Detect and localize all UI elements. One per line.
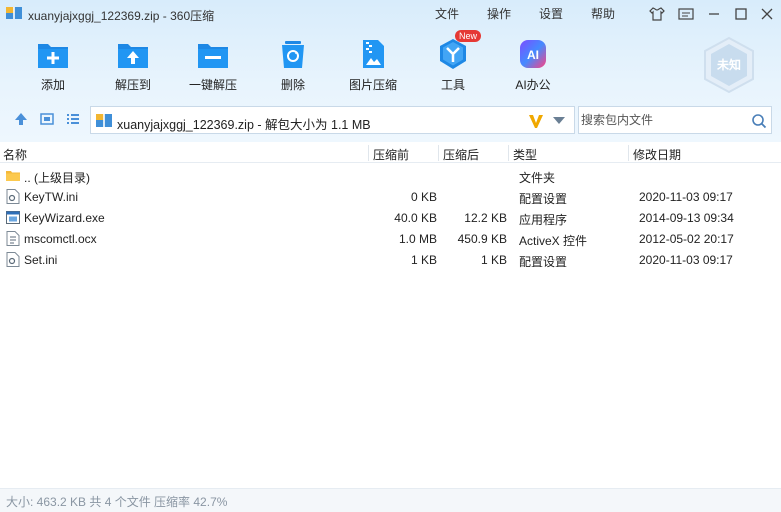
menu-file[interactable]: 文件 xyxy=(435,5,459,22)
file-name: Set.ini xyxy=(24,253,58,267)
ini-file-icon xyxy=(6,189,20,204)
file-size-before: 40.0 KB xyxy=(394,211,437,225)
menu-operate[interactable]: 操作 xyxy=(487,5,511,22)
path-dropdown-icon[interactable] xyxy=(553,117,565,124)
feedback-icon[interactable] xyxy=(676,4,696,24)
file-size-before: 1.0 MB xyxy=(398,232,437,246)
image-compress-icon xyxy=(363,40,384,68)
file-type: 应用程序 xyxy=(519,213,568,227)
file-modified: 2014-09-13 09:34 xyxy=(639,211,734,225)
tools-button[interactable]: 工具 xyxy=(413,34,493,94)
folder-icon xyxy=(6,171,20,181)
v-logo-icon[interactable] xyxy=(527,112,545,130)
navigation-bar: xuanyjajxggj_122369.zip - 解包大小为 1.1 MB xyxy=(0,104,781,134)
column-name[interactable]: 名称 xyxy=(3,146,27,163)
image-compress-label: 图片压缩 xyxy=(348,78,397,92)
file-row-mscomctl[interactable]: mscomctl.ocx 1.0 MB 450.9 KB ActiveX 控件 … xyxy=(0,228,781,249)
zip-archive-icon xyxy=(96,114,112,127)
user-level-hex-icon[interactable]: 未知 xyxy=(700,36,758,94)
file-modified: 2020-11-03 09:17 xyxy=(639,190,733,204)
delete-label: 删除 xyxy=(280,78,305,92)
file-size-before: 1 KB xyxy=(410,253,437,267)
column-divider[interactable] xyxy=(628,145,629,161)
file-name: KeyTW.ini xyxy=(24,190,79,204)
column-type[interactable]: 类型 xyxy=(513,146,537,163)
one-click-extract-button[interactable]: 一键解压 xyxy=(173,34,253,94)
file-modified: 2020-11-03 09:17 xyxy=(639,253,733,267)
status-bar: 大小: 463.2 KB 共 4 个文件 压缩率 42.7% xyxy=(0,488,781,512)
add-label: 添加 xyxy=(40,78,65,92)
up-arrow-icon[interactable] xyxy=(13,111,29,127)
file-name: .. (上级目录) xyxy=(24,171,90,185)
extract-to-button[interactable]: 解压到 xyxy=(93,34,173,94)
tools-label: 工具 xyxy=(440,78,465,92)
file-row-set[interactable]: Set.ini 1 KB 1 KB 配置设置 2020-11-03 09:17 xyxy=(0,249,781,270)
file-modified: 2012-05-02 20:17 xyxy=(639,232,734,246)
maximize-icon[interactable] xyxy=(731,4,751,24)
menu-settings[interactable]: 设置 xyxy=(539,5,563,22)
minimize-icon[interactable] xyxy=(704,4,724,24)
extract-to-icon xyxy=(118,44,148,68)
delete-button[interactable]: 删除 xyxy=(253,34,333,94)
delete-icon xyxy=(282,41,304,68)
column-after[interactable]: 压缩后 xyxy=(443,146,479,163)
main-toolbar: 添加 解压到 一键解压 删除 图片压缩 工具 AI AI办公 xyxy=(0,34,700,94)
file-size-before: 0 KB xyxy=(410,190,437,204)
file-size-after: 12.2 KB xyxy=(464,211,507,225)
search-icon[interactable] xyxy=(751,113,767,129)
list-view-icon[interactable] xyxy=(65,111,81,127)
file-type: 文件夹 xyxy=(519,171,556,185)
status-text: 大小: 463.2 KB 共 4 个文件 压缩率 42.7% xyxy=(6,495,228,509)
address-bar[interactable]: xuanyjajxggj_122369.zip - 解包大小为 1.1 MB xyxy=(90,106,575,134)
archive-path-text: xuanyjajxggj_122369.zip - 解包大小为 1.1 MB xyxy=(117,118,371,132)
image-compress-button[interactable]: 图片压缩 xyxy=(333,34,413,94)
column-divider[interactable] xyxy=(508,145,509,161)
column-divider[interactable] xyxy=(368,145,369,161)
skin-shirt-icon[interactable] xyxy=(647,4,667,24)
add-icon xyxy=(38,44,68,68)
top-panel: xuanyjajxggj_122369.zip - 360压缩 文件 操作 设置… xyxy=(0,0,781,142)
one-click-extract-label: 一键解压 xyxy=(188,78,237,92)
app-zip-icon xyxy=(6,7,22,19)
title-bar: xuanyjajxggj_122369.zip - 360压缩 文件 操作 设置… xyxy=(0,0,781,28)
exe-file-icon xyxy=(6,211,20,224)
column-divider[interactable] xyxy=(438,145,439,161)
add-button[interactable]: 添加 xyxy=(13,34,93,94)
ocx-file-icon xyxy=(6,231,20,246)
ai-glyph: AI xyxy=(527,48,539,62)
file-name: KeyWizard.exe xyxy=(24,211,105,225)
search-box[interactable] xyxy=(578,106,772,134)
file-list-header: 名称 压缩前 压缩后 类型 修改日期 xyxy=(0,143,781,163)
ai-office-button[interactable]: AI AI办公 xyxy=(493,34,573,94)
thumbnail-view-icon[interactable] xyxy=(39,111,55,127)
search-input[interactable] xyxy=(581,111,741,129)
file-row-parent[interactable]: .. (上级目录) 文件夹 xyxy=(0,165,781,186)
tools-icon xyxy=(440,39,466,69)
file-type: 配置设置 xyxy=(519,255,568,269)
file-type: ActiveX 控件 xyxy=(519,234,588,248)
column-modified[interactable]: 修改日期 xyxy=(633,146,681,163)
close-icon[interactable] xyxy=(757,4,777,24)
file-row-keywizard[interactable]: KeyWizard.exe 40.0 KB 12.2 KB 应用程序 2014-… xyxy=(0,207,781,228)
new-badge: New xyxy=(455,30,482,42)
one-click-extract-icon xyxy=(198,44,228,68)
file-size-after: 1 KB xyxy=(480,253,507,267)
user-badge-text: 未知 xyxy=(716,57,741,72)
menu-help[interactable]: 帮助 xyxy=(591,5,615,22)
file-row-keytw[interactable]: KeyTW.ini 0 KB 配置设置 2020-11-03 09:17 xyxy=(0,186,781,207)
extract-to-label: 解压到 xyxy=(114,78,151,92)
ini-file-icon xyxy=(6,252,20,267)
ai-office-icon: AI xyxy=(520,40,546,68)
file-type: 配置设置 xyxy=(519,192,568,206)
ai-office-label: AI办公 xyxy=(515,78,551,92)
file-name: mscomctl.ocx xyxy=(24,232,97,246)
file-size-after: 450.9 KB xyxy=(457,232,507,246)
window-title: xuanyjajxggj_122369.zip - 360压缩 xyxy=(28,9,215,23)
column-before[interactable]: 压缩前 xyxy=(373,146,409,163)
